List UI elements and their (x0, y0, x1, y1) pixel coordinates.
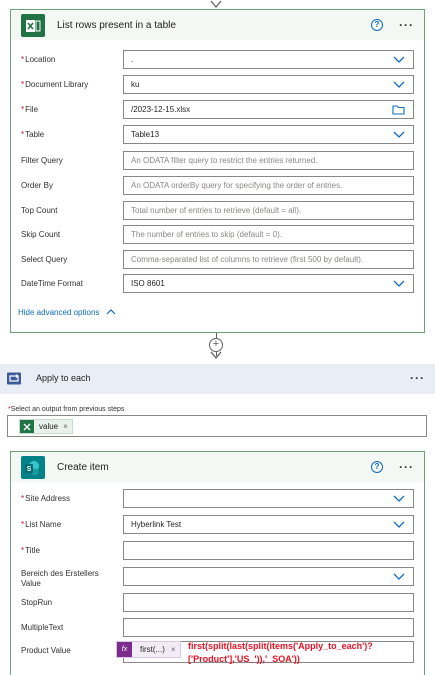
field-label: Document Library (25, 80, 89, 89)
field-label: Filter Query (21, 156, 63, 165)
field-row-filter-query: Filter Query An ODATA filter query to re… (11, 151, 424, 172)
chevron-down-icon (393, 521, 405, 528)
field-label: Table (25, 130, 45, 139)
chevron-down-icon (393, 81, 405, 88)
down-arrow-icon (210, 351, 222, 360)
more-options-icon[interactable]: ··· (399, 460, 414, 474)
chevron-down-icon (393, 131, 405, 138)
table-dropdown[interactable]: Table13 (123, 125, 414, 144)
field-row-location: *Location . (11, 50, 424, 71)
sharepoint-icon: S (21, 456, 45, 479)
add-step-icon[interactable]: + (209, 338, 223, 352)
site-address-dropdown[interactable] (123, 489, 414, 508)
field-label: Select Query (21, 255, 68, 264)
field-label: File (25, 105, 39, 114)
field-label: Product Value (21, 646, 71, 655)
chevron-up-icon (106, 309, 116, 315)
field-label: Order By (21, 181, 54, 190)
more-options-icon[interactable]: ··· (410, 371, 425, 385)
card-title: Create item (57, 461, 109, 473)
datetime-format-dropdown[interactable]: ISO 8601 (123, 274, 414, 293)
hide-advanced-options-link[interactable]: Hide advanced options (18, 308, 116, 317)
field-row-stoprun: StopRun (11, 593, 424, 614)
stoprun-input[interactable] (123, 593, 414, 612)
field-row-file: *File /2023-12-15.xlsx (11, 100, 424, 121)
field-row-skip-count: Skip Count The number of entries to skip… (11, 225, 424, 246)
remove-token-icon[interactable]: × (63, 422, 68, 431)
remove-token-icon[interactable]: × (171, 645, 176, 654)
folder-icon[interactable] (392, 105, 405, 115)
apply-to-each-header[interactable]: Apply to each ··· (0, 364, 435, 394)
chevron-down-icon (393, 280, 405, 287)
field-label: Title (25, 546, 40, 555)
filter-query-input[interactable]: An ODATA filter query to restrict the en… (123, 151, 414, 170)
chevron-down-icon (393, 56, 405, 63)
excel-icon (21, 14, 45, 37)
excel-icon (20, 420, 34, 433)
help-icon[interactable]: ? (371, 461, 383, 473)
chevron-down-icon (393, 573, 405, 580)
top-count-input[interactable]: Total number of entries to retrieve (def… (123, 201, 414, 220)
function-icon: fx (117, 642, 132, 657)
select-output-label: *Select an output from previous steps (8, 406, 125, 413)
field-label: Top Count (21, 206, 58, 215)
title-input[interactable] (123, 541, 414, 560)
list-name-dropdown[interactable]: Hyberlink Test (123, 515, 414, 534)
field-row-order-by: Order By An ODATA orderBy query for spec… (11, 176, 424, 197)
field-label: List Name (25, 520, 62, 529)
select-output-field[interactable]: value × (7, 415, 427, 437)
document-library-dropdown[interactable]: ku (123, 75, 414, 94)
more-options-icon[interactable]: ··· (399, 18, 414, 32)
skip-count-input[interactable]: The number of entries to skip (default =… (123, 225, 414, 244)
help-icon[interactable]: ? (371, 19, 383, 31)
field-row-top-count: Top Count Total number of entries to ret… (11, 201, 424, 222)
field-row-multipletext: MultipleText (11, 618, 424, 639)
create-item-header[interactable]: S Create item ? ··· (11, 452, 424, 482)
field-label: StopRun (21, 598, 53, 607)
field-row-select-query: Select Query Comma-separated list of col… (11, 250, 424, 271)
value-token[interactable]: value × (19, 419, 73, 434)
order-by-input[interactable]: An ODATA orderBy query for specifying th… (123, 176, 414, 195)
file-field[interactable]: /2023-12-15.xlsx (123, 100, 414, 119)
field-row-title: *Title (11, 541, 424, 562)
bereich-dropdown[interactable] (123, 567, 414, 586)
expression-token[interactable]: fx first(...) × (116, 641, 181, 658)
field-row-bereich: Bereich des Erstellers Value (11, 567, 424, 593)
field-row-datetime-format: DateTime Format ISO 8601 (11, 274, 424, 295)
field-label: DateTime Format (21, 279, 83, 288)
multipletext-input[interactable] (123, 618, 414, 637)
token-label: first(...) (140, 645, 165, 654)
field-label: Bereich des Erstellers Value (21, 569, 99, 588)
list-rows-card: List rows present in a table ? ··· *Loca… (10, 9, 425, 333)
loop-icon (7, 372, 21, 385)
field-row-document-library: *Document Library ku (11, 75, 424, 96)
field-row-list-name: *List Name Hyberlink Test (11, 515, 424, 536)
field-label: Skip Count (21, 230, 61, 239)
svg-text:S: S (27, 466, 32, 473)
field-label: MultipleText (21, 623, 64, 632)
list-rows-header[interactable]: List rows present in a table ? ··· (11, 10, 424, 40)
card-title: List rows present in a table (57, 19, 176, 31)
field-label: Site Address (25, 494, 71, 503)
apply-to-each-title: Apply to each (36, 373, 91, 383)
token-label: value (39, 422, 59, 431)
location-dropdown[interactable]: . (123, 50, 414, 69)
field-row-site-address: *Site Address (11, 489, 424, 510)
field-row-table: *Table Table13 (11, 125, 424, 146)
formula-annotation: first(split(last(split(items('Apply_to_e… (188, 641, 373, 664)
select-query-input[interactable]: Comma-separated list of columns to retri… (123, 250, 414, 269)
field-label: Location (25, 55, 56, 64)
chevron-down-icon (393, 495, 405, 502)
